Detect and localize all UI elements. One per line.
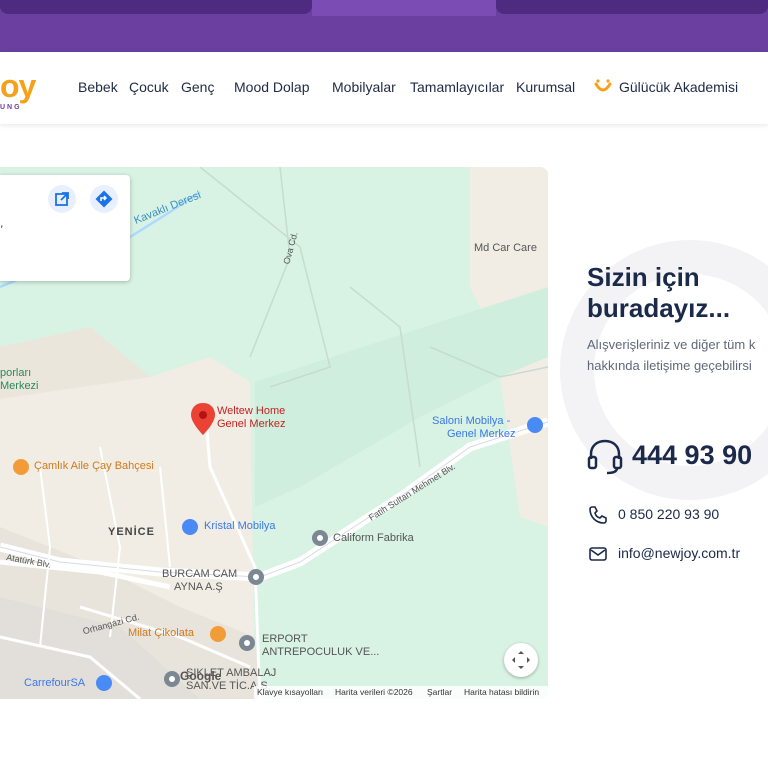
contact-subtitle-line-2: hakkında iletişime geçebilirsi xyxy=(587,358,752,373)
nav-item-genc[interactable]: Genç xyxy=(181,79,214,95)
map-label-weltew[interactable]: Weltew Home xyxy=(217,405,285,417)
nav-item-mobilyalar[interactable]: Mobilyalar xyxy=(332,79,396,95)
map-label-erport[interactable]: ERPORT xyxy=(262,633,308,645)
nav-item-bebek[interactable]: Bebek xyxy=(78,79,118,95)
map-footer-terms[interactable]: Şartlar xyxy=(427,687,452,697)
email-address[interactable]: info@newjoy.com.tr xyxy=(618,545,740,561)
headset-icon xyxy=(587,439,623,475)
fullscreen-icon xyxy=(512,651,530,669)
top-banner-accent xyxy=(312,0,496,16)
map-label-mdcar: Md Car Care xyxy=(474,242,537,254)
contact-subtitle-line-1: Alışverişleriniz ve diğer tüm k xyxy=(587,337,756,352)
nav-item-gulucuk-akademisi[interactable]: Gülücük Akademisi xyxy=(619,79,738,95)
top-banner-tab-right[interactable] xyxy=(496,0,768,14)
map-label-weltew-2[interactable]: Genel Merkez xyxy=(217,418,285,430)
map-label-burcam[interactable]: BURCAM CAM xyxy=(162,568,237,580)
map-label-kristal[interactable]: Kristal Mobilya xyxy=(204,520,276,532)
map-label-erport-2[interactable]: ANTREPOCULUK VE... xyxy=(262,646,379,658)
map-label-sporlari: porları xyxy=(0,367,32,379)
nav-item-tamamlayicilar[interactable]: Tamamlayıcılar xyxy=(410,79,504,95)
map-label-camlik[interactable]: Çamlık Aile Çay Bahçesi xyxy=(34,460,154,472)
nav-item-mood-dolap[interactable]: Mood Dolap xyxy=(234,79,310,95)
map-footer: Klavye kısayolları Harita verileri ©2026… xyxy=(254,686,548,699)
brand-logo-sub: UNG xyxy=(0,104,22,111)
page: oy UNG Bebek Çocuk Genç Mood Dolap Mobil… xyxy=(0,0,768,768)
google-map[interactable]: Kavaklı Deresi Ova Cd. Md Car Care porla… xyxy=(0,167,548,699)
info-card-address: , xyxy=(0,217,4,230)
mail-icon xyxy=(589,547,607,561)
map-label-carrefour[interactable]: CarrefourSA xyxy=(24,677,85,689)
map-label-milat[interactable]: Milat Çikolata xyxy=(128,627,194,639)
brand-logo[interactable]: oy xyxy=(0,68,36,105)
map-footer-data: Harita verileri ©2026 xyxy=(335,687,413,697)
map-info-card: , xyxy=(0,175,130,281)
map-label-yenice: YENİCE xyxy=(108,526,155,538)
top-banner-tab-left[interactable] xyxy=(0,0,312,14)
main-navigation: oy UNG Bebek Çocuk Genç Mood Dolap Mobil… xyxy=(0,52,768,124)
map-label-saloni[interactable]: Saloni Mobilya - xyxy=(432,415,510,427)
open-in-maps-button[interactable] xyxy=(48,185,76,213)
map-label-saloni-2[interactable]: Genel Merkez xyxy=(447,428,515,440)
top-banner xyxy=(0,0,768,52)
directions-icon xyxy=(95,190,113,208)
google-logo: Google xyxy=(180,669,222,683)
contact-title: Sizin için buradayız... xyxy=(587,262,731,323)
map-footer-report[interactable]: Harita hatası bildirin xyxy=(464,687,539,697)
external-link-icon xyxy=(55,192,69,206)
phone-icon xyxy=(589,506,607,524)
nav-item-cocuk[interactable]: Çocuk xyxy=(129,79,169,95)
phone-number[interactable]: 0 850 220 93 90 xyxy=(618,506,719,522)
map-label-burcam-2[interactable]: AYNA A.Ş xyxy=(174,581,223,593)
nav-item-kurumsal[interactable]: Kurumsal xyxy=(516,79,575,95)
map-footer-keyboard[interactable]: Klavye kısayolları xyxy=(257,687,323,697)
directions-button[interactable] xyxy=(90,185,118,213)
map-label-merkezi: Merkezi xyxy=(0,380,39,392)
contact-subtitle: Alışverişleriniz ve diğer tüm k hakkında… xyxy=(587,334,768,376)
map-label-caliform[interactable]: Caliform Fabrika xyxy=(333,532,414,544)
smile-icon xyxy=(594,79,612,92)
call-center-number[interactable]: 444 93 90 xyxy=(632,440,752,471)
map-fullscreen-button[interactable] xyxy=(504,643,538,677)
